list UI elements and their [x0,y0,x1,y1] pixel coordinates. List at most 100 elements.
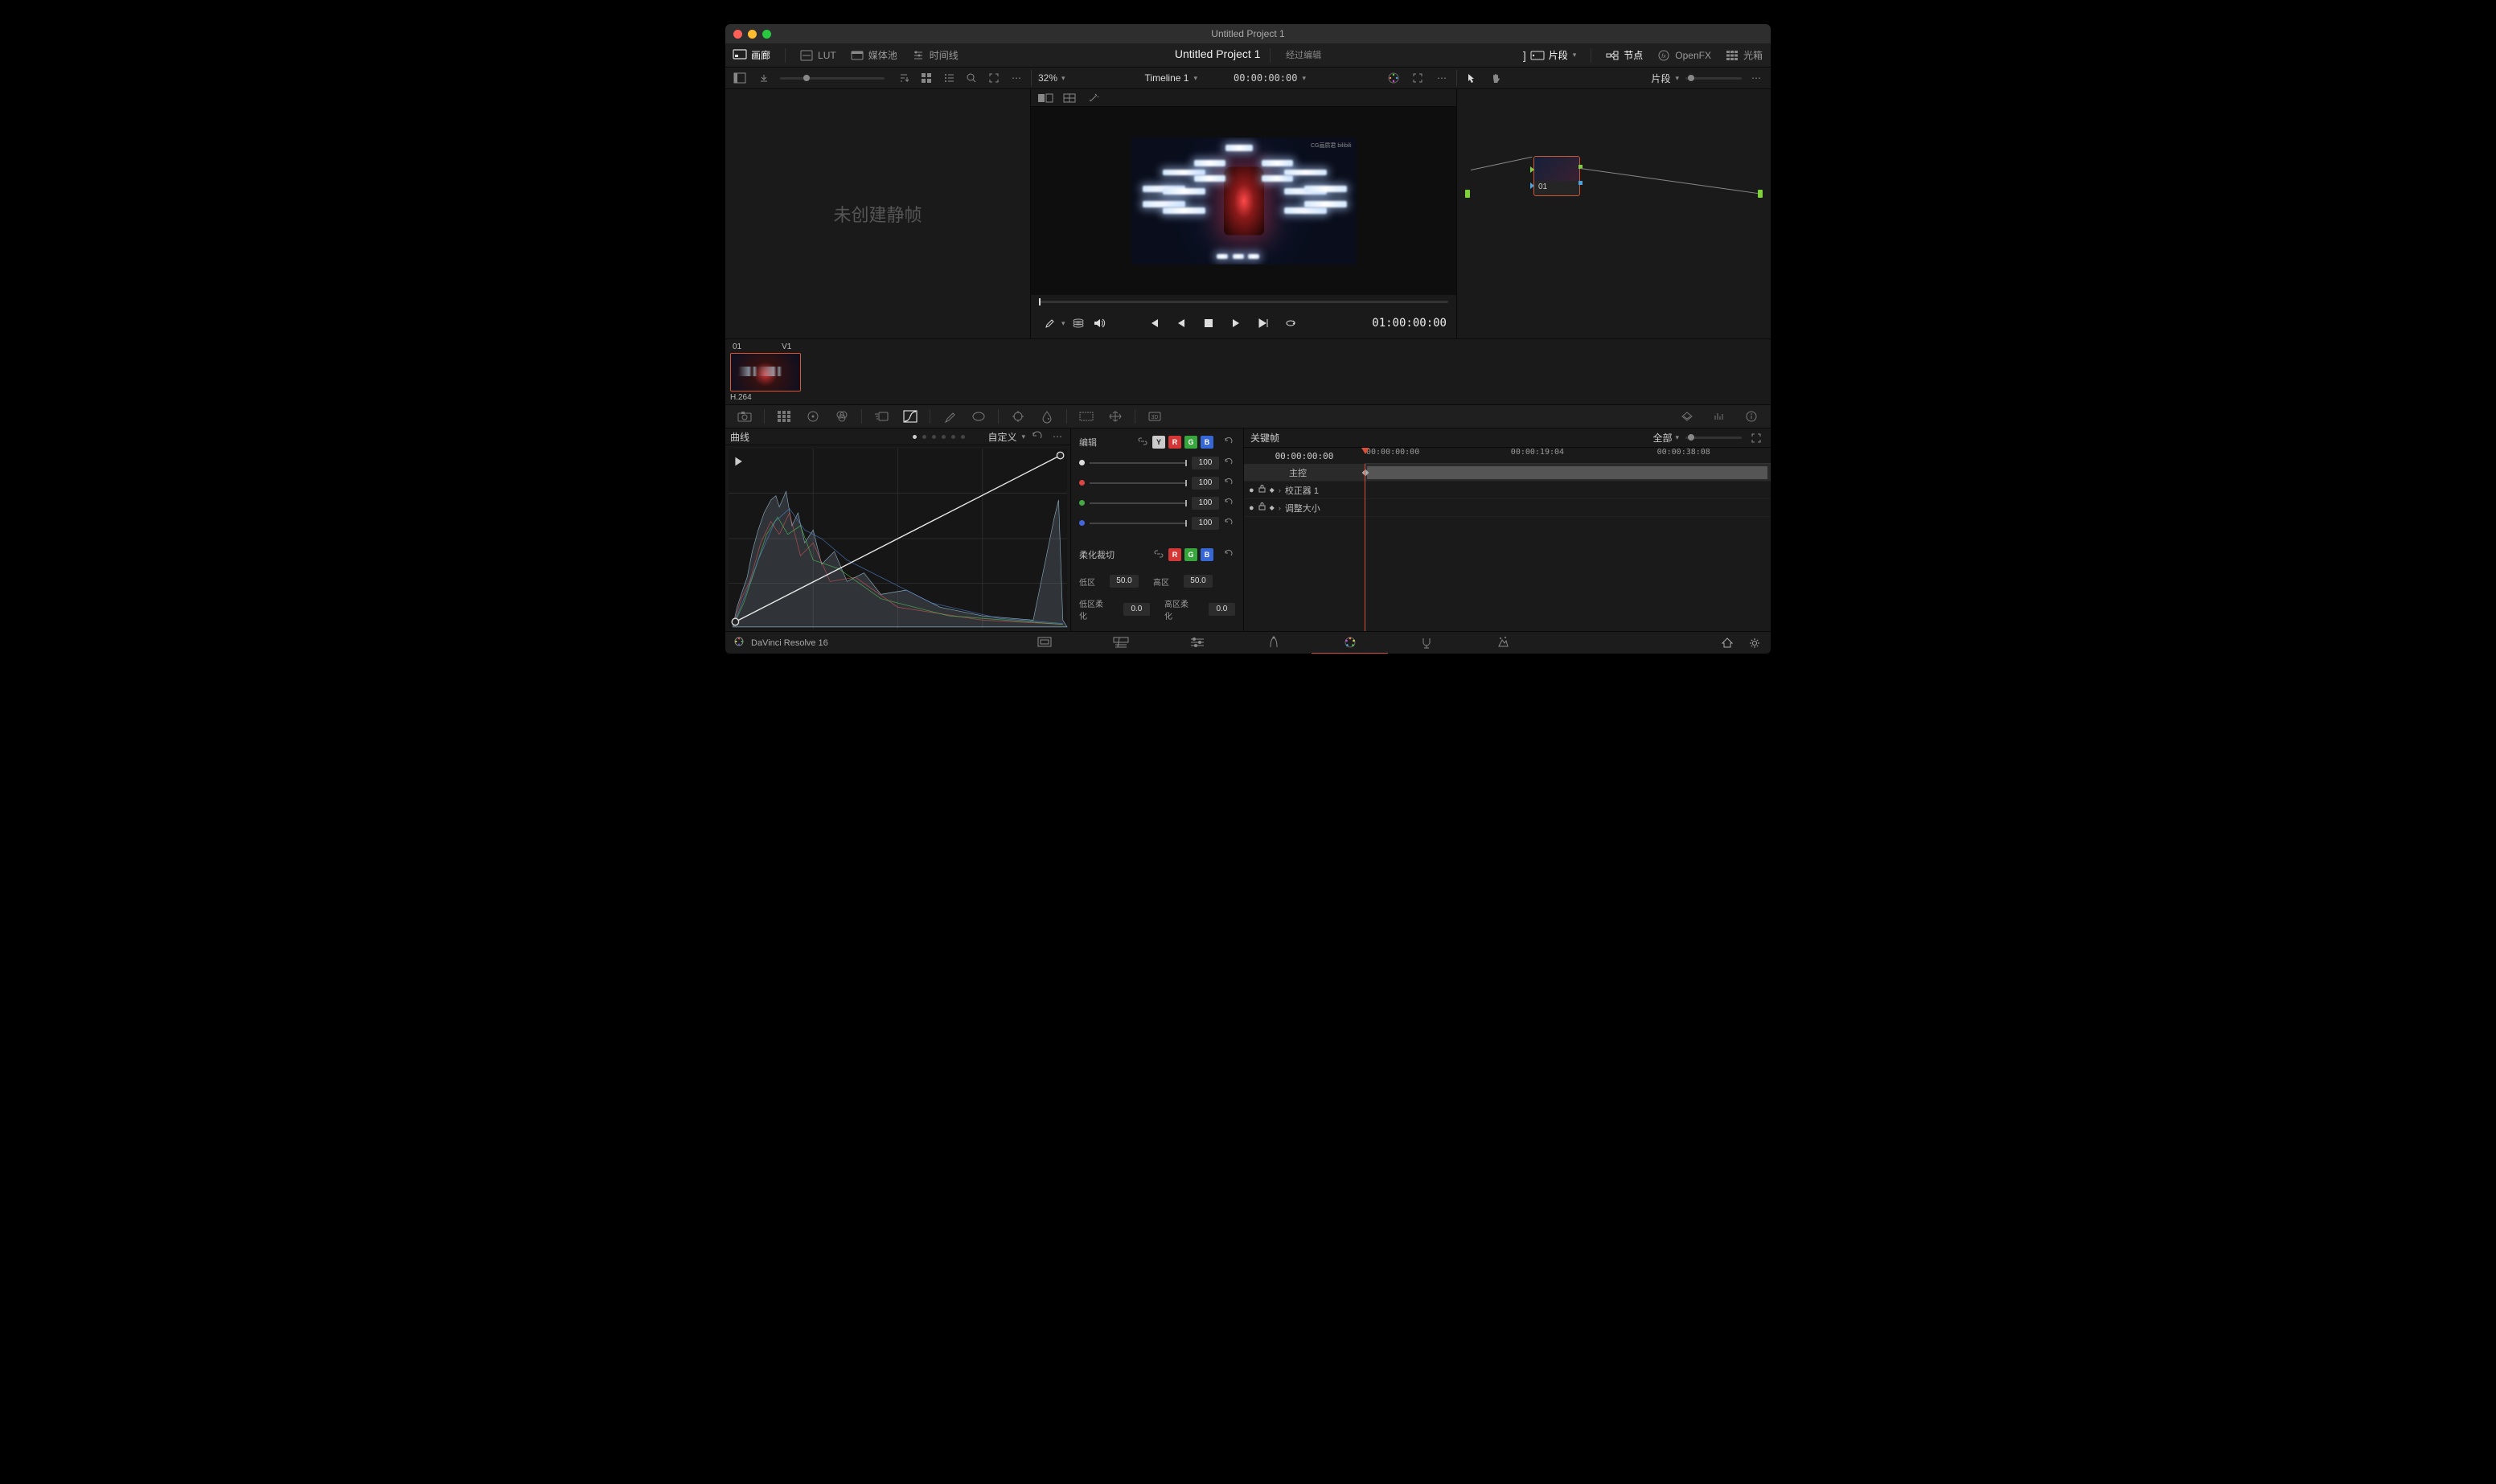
intensity-g-slider[interactable] [1090,502,1187,504]
intensity-b-value[interactable]: 100 [1192,517,1219,530]
kf-zoom-slider[interactable] [1685,437,1742,439]
home-button[interactable] [1719,635,1735,651]
softclip-b-button[interactable]: B [1201,548,1213,561]
reset-softclip-button[interactable] [1224,549,1235,560]
fusion-page-tab[interactable] [1235,632,1312,654]
chevron-right-icon[interactable]: › [1279,504,1281,512]
media-page-tab[interactable] [1006,632,1082,654]
chevron-right-icon[interactable]: › [1279,486,1281,494]
reset-r-button[interactable] [1224,478,1235,489]
channel-g-button[interactable]: G [1184,436,1197,449]
intensity-y-value[interactable]: 100 [1192,457,1219,469]
camera-raw-palette[interactable] [733,408,756,425]
channel-r-button[interactable]: R [1168,436,1181,449]
key-palette[interactable] [1075,408,1098,425]
low-soft-value[interactable]: 0.0 [1123,603,1150,616]
first-frame-button[interactable] [1146,315,1162,331]
curves-palette[interactable] [899,408,922,425]
expand-gallery-button[interactable] [986,70,1002,86]
fairlight-page-tab[interactable] [1388,632,1464,654]
intensity-r-slider[interactable] [1090,482,1187,484]
lut-toggle[interactable]: LUT [800,49,836,62]
viewer-scrubber[interactable] [1031,295,1456,308]
node-output[interactable] [1758,190,1763,198]
channel-y-button[interactable]: Y [1152,436,1165,449]
intensity-g-value[interactable]: 100 [1192,497,1219,510]
viewer-options-button[interactable]: ⋯ [1434,70,1450,86]
motion-palette[interactable] [870,408,893,425]
info-button[interactable] [1740,408,1763,425]
search-button[interactable] [963,70,979,86]
sizing-palette[interactable] [1104,408,1127,425]
pointer-tool[interactable] [1464,70,1480,86]
last-frame-button[interactable] [1255,315,1271,331]
softclip-g-button[interactable]: G [1184,548,1197,561]
curves-mode-selector[interactable]: 自定义▾ [987,430,1025,444]
kf-ruler[interactable]: 00:00:00:00 00:00:19:04 00:00:38:08 [1365,448,1771,464]
intensity-r-value[interactable]: 100 [1192,477,1219,490]
list-view-button[interactable] [941,70,957,86]
link-icon[interactable] [1154,549,1164,560]
curves-page-dots[interactable] [913,435,965,439]
viewer-timecode[interactable]: 01:00:00:00 [1372,317,1447,330]
clip-thumbnail[interactable] [730,353,801,391]
high-value[interactable]: 50.0 [1184,575,1213,588]
loop-button[interactable] [1283,315,1299,331]
image-wipe-button[interactable] [1386,70,1402,86]
clips-toggle[interactable]: ] 片段 ▾ [1523,48,1576,62]
edit-page-tab[interactable] [1159,632,1235,654]
kf-filter-selector[interactable]: 全部▾ [1652,431,1679,445]
intensity-b-slider[interactable] [1090,523,1187,524]
viewer-zoom[interactable]: 32% ▾ [1038,72,1065,84]
wheels-palette[interactable] [802,408,824,425]
mediapool-toggle[interactable]: 媒体池 [851,48,897,62]
scopes-button[interactable] [1708,408,1730,425]
node-01[interactable]: 01 [1533,156,1580,196]
rgb-mixer-palette[interactable] [831,408,853,425]
grid-view-button[interactable] [918,70,934,86]
play-button[interactable] [1228,315,1244,331]
reset-g-button[interactable] [1224,498,1235,509]
hand-tool[interactable] [1488,70,1504,86]
color-page-tab[interactable] [1312,632,1388,654]
deliver-page-tab[interactable] [1464,632,1541,654]
nodes-toggle[interactable]: 节点 [1606,48,1643,62]
magic-wand-button[interactable] [1086,90,1102,106]
sort-button[interactable] [896,70,912,86]
reset-edit-button[interactable] [1224,437,1235,448]
keyframe-panel-button[interactable] [1676,408,1698,425]
channel-b-button[interactable]: B [1201,436,1213,449]
nodes-zoom-slider[interactable] [1685,77,1742,80]
window-palette[interactable] [967,408,990,425]
import-still-button[interactable] [756,70,772,86]
reset-b-button[interactable] [1224,518,1235,529]
timeline-toggle[interactable]: 时间线 [912,48,959,62]
settings-button[interactable] [1747,635,1763,651]
curves-options-button[interactable]: ⋯ [1049,428,1065,445]
high-soft-value[interactable]: 0.0 [1209,603,1235,616]
kf-track-sizing[interactable]: ● ◆ › 调整大小 [1244,499,1771,517]
unmix-button[interactable] [1070,315,1086,331]
lock-icon[interactable] [1258,485,1266,495]
expand-viewer-button[interactable] [1410,70,1426,86]
tracker-palette[interactable] [1007,408,1029,425]
color-match-palette[interactable] [773,408,795,425]
gallery-options-button[interactable]: ⋯ [1008,70,1024,86]
diamond-icon[interactable]: ◆ [1270,486,1275,494]
softclip-r-button[interactable]: R [1168,548,1181,561]
kf-expand-button[interactable] [1748,430,1764,446]
low-value[interactable]: 50.0 [1110,575,1139,588]
lightbox-toggle[interactable]: 光箱 [1726,48,1763,62]
cut-page-tab[interactable] [1082,632,1159,654]
viewer-canvas[interactable]: CG画质君 bilibili [1031,107,1456,295]
timecode-selector[interactable]: 00:00:00:00 ▾ [1234,72,1306,84]
prev-frame-button[interactable] [1173,315,1189,331]
intensity-y-slider[interactable] [1090,462,1187,464]
viewer-mode-b[interactable] [1061,90,1078,106]
kf-track-corrector[interactable]: ● ◆ › 校正器 1 [1244,482,1771,499]
reset-y-button[interactable] [1224,457,1235,469]
mute-button[interactable] [1091,315,1107,331]
curves-graph[interactable] [729,449,1067,629]
qualifier-palette[interactable] [938,408,961,425]
chevron-down-icon[interactable]: ▾ [1061,319,1065,328]
